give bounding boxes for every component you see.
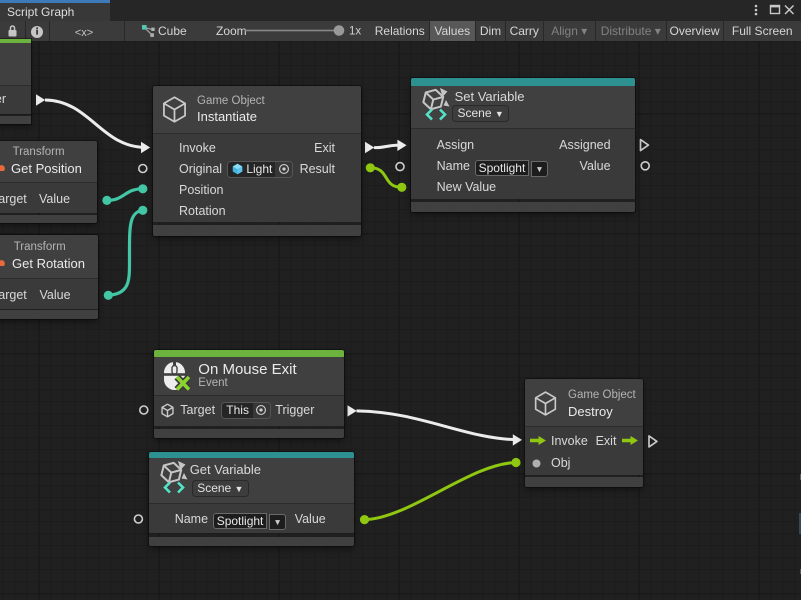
svg-text:1x: 1x <box>349 26 361 38</box>
svg-text:<x>: <x> <box>75 27 93 39</box>
